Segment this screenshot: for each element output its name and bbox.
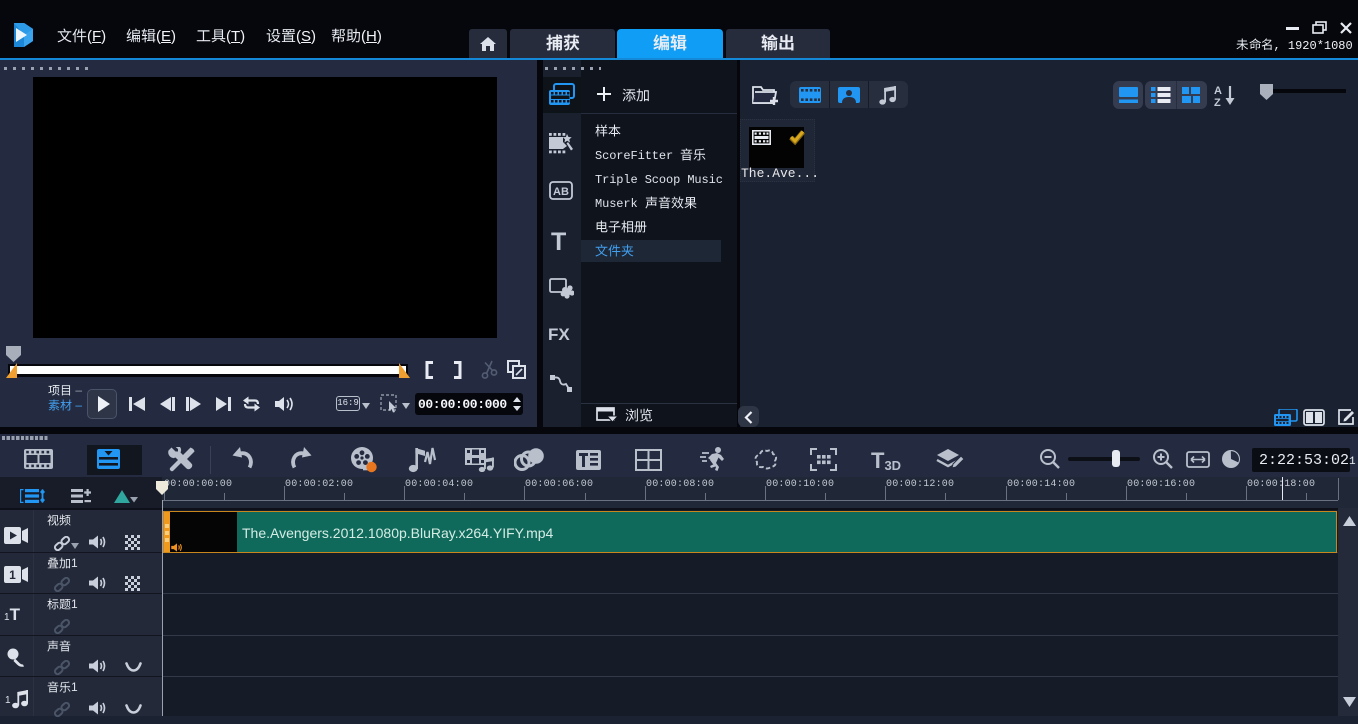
svg-text:1: 1 xyxy=(9,568,16,582)
svg-text:A: A xyxy=(1214,85,1222,97)
svg-text:AB: AB xyxy=(553,186,569,198)
svg-text:Z: Z xyxy=(1214,97,1221,107)
